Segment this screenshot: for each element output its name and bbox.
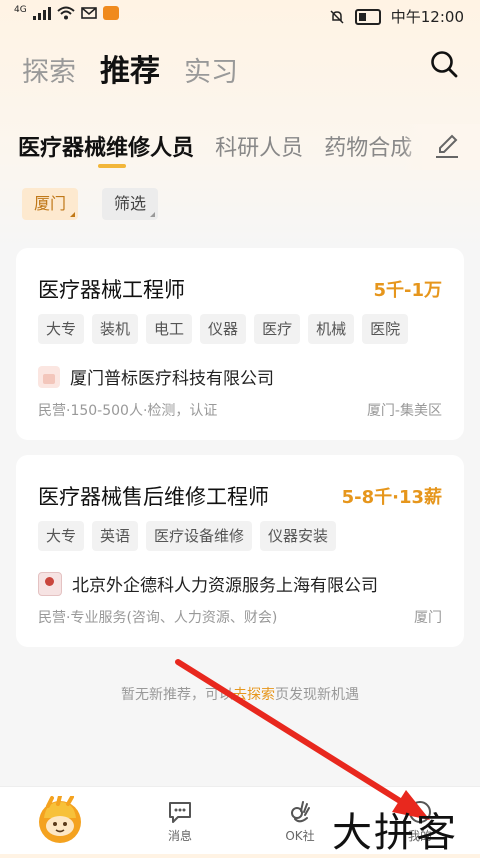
job-card[interactable]: 医疗器械工程师 5千-1万 大专 装机 电工 仪器 医疗 机械 医院 厦门普标医…	[16, 248, 464, 440]
company-meta: 民营·专业服务(咨询、人力资源、财会)	[38, 610, 278, 626]
job-tag: 仪器安装	[260, 521, 337, 551]
no-more-hint: 暂无新推荐，可以去探索页发现新机遇	[0, 684, 480, 704]
job-title: 医疗器械售后维修工程师	[38, 485, 269, 509]
category-medical-device-repair[interactable]: 医疗器械维修人员	[18, 130, 194, 168]
filter-label: 筛选	[114, 194, 147, 213]
company-logo-icon	[38, 571, 62, 596]
hint-text: 暂无新推荐，可以	[121, 687, 233, 703]
top-tabs: 探索 推荐 实习	[22, 46, 238, 90]
company-name: 北京外企德科人力资源服务上海有限公司	[72, 576, 378, 596]
tab-explore[interactable]: 探索	[22, 50, 76, 89]
chat-bubble-icon	[169, 802, 191, 823]
company-logo-icon	[38, 365, 60, 388]
clock: 中午12:00	[390, 8, 464, 26]
status-bar: 4G 中午12:00	[0, 0, 480, 34]
search-icon[interactable]	[430, 50, 458, 78]
nav-messages-label: 消息	[167, 829, 192, 843]
city-label: 厦门	[34, 194, 67, 213]
company-name: 厦门普标医疗科技有限公司	[70, 369, 274, 389]
home-mascot-icon[interactable]	[34, 796, 86, 844]
signal-icon	[32, 6, 51, 20]
job-salary: 5千-1万	[373, 280, 442, 301]
hint-text-after: 页发现新机遇	[275, 687, 359, 703]
network-label: 4G	[14, 5, 27, 15]
watermark-text: 大拼客	[332, 810, 458, 856]
app-notification-icon	[102, 6, 119, 20]
filter-chip[interactable]: 筛选	[102, 188, 159, 220]
company-row: 厦门普标医疗科技有限公司	[38, 364, 274, 389]
job-tag: 仪器	[200, 314, 247, 344]
job-tag: 装机	[92, 314, 139, 344]
dropdown-corner-icon	[70, 212, 76, 217]
nav-messages[interactable]: 消息	[140, 799, 220, 844]
job-salary: 5-8千·13薪	[341, 487, 442, 508]
edit-pencil-icon[interactable]	[434, 132, 460, 160]
job-tag: 医疗设备维修	[146, 521, 253, 551]
category-researcher[interactable]: 科研人员	[215, 130, 303, 162]
job-tags: 大专 装机 电工 仪器 医疗 机械 医院	[38, 314, 409, 344]
wifi-icon	[57, 6, 75, 20]
job-title: 医疗器械工程师	[38, 278, 185, 302]
tab-recommend[interactable]: 推荐	[100, 46, 160, 90]
explore-link[interactable]: 去探索	[233, 687, 275, 703]
tab-internship[interactable]: 实习	[184, 50, 238, 89]
ok-hand-icon	[291, 801, 310, 823]
job-tag: 医疗	[254, 314, 301, 344]
job-tag: 大专	[38, 521, 85, 551]
dropdown-corner-icon	[150, 212, 156, 217]
company-meta: 民营·150-500人·检测，认证	[38, 403, 218, 419]
nav-ok-community[interactable]: OK社	[260, 799, 340, 844]
category-drug-synthesis[interactable]: 药物合成	[324, 130, 412, 162]
job-card[interactable]: 医疗器械售后维修工程师 5-8千·13薪 大专 英语 医疗设备维修 仪器安装 北…	[16, 455, 464, 647]
mail-icon	[80, 7, 97, 19]
job-tag: 电工	[146, 314, 193, 344]
nav-ok-label: OK社	[285, 829, 315, 843]
job-tag: 英语	[92, 521, 139, 551]
company-row: 北京外企德科人力资源服务上海有限公司	[38, 571, 378, 596]
job-tags: 大专 英语 医疗设备维修 仪器安装	[38, 521, 337, 551]
job-tag: 机械	[308, 314, 355, 344]
city-filter-chip[interactable]: 厦门	[22, 188, 79, 220]
job-location: 厦门-集美区	[366, 403, 442, 419]
job-location: 厦门	[414, 610, 442, 626]
job-tag: 大专	[38, 314, 85, 344]
job-tag: 医院	[362, 314, 409, 344]
mute-icon	[330, 9, 344, 24]
battery-icon	[354, 8, 381, 25]
